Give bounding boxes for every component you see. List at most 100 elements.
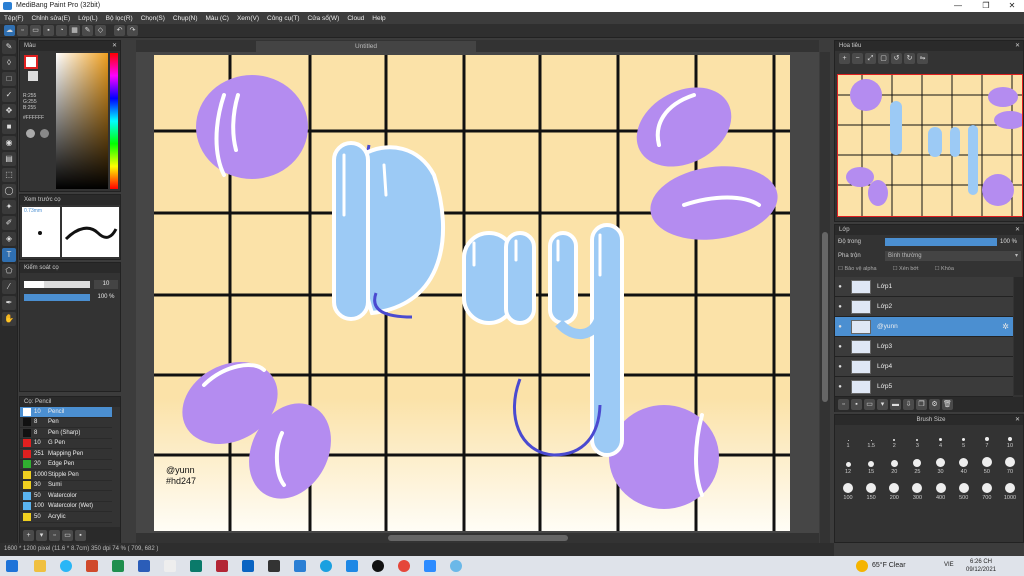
horizontal-scrollbar[interactable]: [136, 533, 819, 543]
select-rect-icon[interactable]: ⬚: [2, 168, 16, 182]
eye-icon[interactable]: ●: [835, 384, 845, 390]
history-color-icon[interactable]: [40, 129, 49, 138]
brush-size-option[interactable]: 150: [862, 483, 880, 501]
duplicate-layer-icon[interactable]: ❐: [916, 399, 927, 410]
eye-icon[interactable]: ●: [835, 284, 845, 290]
eraser-tool-icon[interactable]: ◊: [2, 56, 16, 70]
undo-icon[interactable]: ↶: [114, 25, 125, 36]
brush-size-option[interactable]: 50: [978, 457, 996, 475]
brush-tool-icon[interactable]: ✎: [2, 40, 16, 54]
menu-color[interactable]: Màu (C): [205, 15, 228, 22]
merge-down-icon[interactable]: ⇩: [903, 399, 914, 410]
language-indicator[interactable]: VIE: [944, 562, 954, 568]
blend-mode-select[interactable]: Bình thường ▾: [885, 251, 1021, 261]
new-layer-icon[interactable]: ▫: [838, 399, 849, 410]
vertical-scrollbar[interactable]: [820, 52, 830, 543]
weather-text[interactable]: 65°F Clear: [872, 562, 906, 569]
magic-wand-icon[interactable]: ✦: [2, 200, 16, 214]
navigator-thumbnail[interactable]: [837, 74, 1023, 217]
transform-icon[interactable]: ◇: [95, 25, 106, 36]
close-button[interactable]: ✕: [1000, 0, 1024, 12]
brush-size-option[interactable]: 1.5: [862, 431, 880, 449]
clock[interactable]: 6:26 CH 09/12/2021: [966, 558, 996, 574]
clipping-checkbox[interactable]: ☐ Xén bớt: [893, 266, 919, 272]
chat-icon[interactable]: ◔: [56, 25, 67, 36]
copy-brush-icon[interactable]: ▫: [49, 529, 60, 541]
publisher-icon[interactable]: [190, 560, 202, 572]
delete-brush-icon[interactable]: ▪: [75, 529, 86, 541]
menu-filter[interactable]: Bộ lọc(R): [106, 15, 133, 22]
minimize-button[interactable]: —: [946, 0, 970, 12]
layer-row[interactable]: ● Lớp5: [835, 377, 1013, 397]
brush-size-option[interactable]: 200: [885, 483, 903, 501]
access-icon[interactable]: [216, 560, 228, 572]
document-tab[interactable]: Untitled: [256, 41, 476, 52]
brush-list-item[interactable]: 20 Edge Pen: [20, 460, 112, 470]
brush-list-item[interactable]: 50 Watercolor: [20, 491, 112, 502]
brush-size-option[interactable]: 300: [908, 483, 926, 501]
rotate-left-icon[interactable]: ↺: [891, 53, 902, 64]
brush-size-option[interactable]: 4: [932, 431, 950, 449]
brush-size-option[interactable]: 7: [978, 431, 996, 449]
layer-row[interactable]: ● Lớp1: [835, 277, 1013, 297]
brush-settings-icon[interactable]: ▾: [36, 529, 47, 541]
brush-list-item[interactable]: 10 G Pen: [20, 439, 112, 449]
layer-row[interactable]: ● Lớp2: [835, 297, 1013, 317]
excel-icon[interactable]: [112, 560, 124, 572]
menu-view[interactable]: Xem(V): [237, 15, 259, 22]
palette-icon[interactable]: [26, 129, 35, 138]
brush-list-item[interactable]: 30 Sumi: [20, 481, 112, 491]
brush-size-option[interactable]: 700: [978, 483, 996, 501]
zalo-icon[interactable]: [346, 560, 358, 572]
brush-size-option[interactable]: 30: [932, 457, 950, 475]
pen-tool-icon[interactable]: ✒: [2, 296, 16, 310]
bucket-tool-icon[interactable]: ◉: [2, 136, 16, 150]
close-layers-icon[interactable]: ✕: [1015, 225, 1020, 235]
brush-size-option[interactable]: 1: [839, 431, 857, 449]
brush-size-option[interactable]: 20: [885, 457, 903, 475]
menu-cloud[interactable]: Cloud: [347, 15, 364, 22]
eye-icon[interactable]: ●: [835, 344, 845, 350]
foreground-color-swatch[interactable]: [24, 55, 38, 69]
brush-list-item[interactable]: 50 Acrylic: [20, 512, 112, 523]
new-layer-1bit-icon[interactable]: ▭: [864, 399, 875, 410]
brush-size-field[interactable]: 10: [94, 280, 118, 289]
protect-alpha-checkbox[interactable]: ☐ Bảo vệ alpha: [838, 266, 877, 272]
add-brush-icon[interactable]: +: [23, 529, 34, 541]
select-eraser-icon[interactable]: ◈: [2, 232, 16, 246]
menu-layer[interactable]: Lớp(L): [78, 15, 97, 22]
brush-list-item[interactable]: 8 Pen (Sharp): [20, 428, 112, 439]
brush-icon[interactable]: ✎: [82, 25, 93, 36]
actual-size-icon[interactable]: ▢: [878, 53, 889, 64]
text-tool-icon[interactable]: T: [2, 248, 16, 262]
gradient-tool-icon[interactable]: ▤: [2, 152, 16, 166]
store-icon[interactable]: [294, 560, 306, 572]
background-color-swatch[interactable]: [28, 71, 38, 81]
brush-list-item[interactable]: 251 Mapping Pen: [20, 449, 112, 460]
brush-size-slider[interactable]: [24, 281, 90, 288]
brush-size-option[interactable]: 400: [932, 483, 950, 501]
zoom-icon[interactable]: [424, 560, 436, 572]
gear-icon[interactable]: ✲: [1002, 322, 1009, 331]
close-navigator-icon[interactable]: ✕: [1015, 41, 1020, 51]
flip-icon[interactable]: ⇋: [917, 53, 928, 64]
menu-file[interactable]: Tệp(F): [4, 15, 24, 22]
cloud-icon[interactable]: ☁: [4, 25, 15, 36]
skype-icon[interactable]: [60, 560, 72, 572]
outlook-icon[interactable]: [242, 560, 254, 572]
brush-size-option[interactable]: 500: [955, 483, 973, 501]
brush-size-option[interactable]: 70: [1001, 457, 1019, 475]
menu-edit[interactable]: Chỉnh sửa(E): [32, 15, 71, 22]
brush-size-option[interactable]: 12: [839, 457, 857, 475]
hue-slider[interactable]: [110, 53, 118, 189]
zoom-in-icon[interactable]: +: [839, 53, 850, 64]
maximize-button[interactable]: ❐: [974, 0, 998, 12]
fill-rect-icon[interactable]: ■: [2, 120, 16, 134]
fit-icon[interactable]: ⤢: [865, 53, 876, 64]
save-icon[interactable]: ▪: [43, 25, 54, 36]
brush-size-option[interactable]: 3: [908, 431, 926, 449]
powerpoint-icon[interactable]: [86, 560, 98, 572]
file-explorer-icon[interactable]: [34, 560, 46, 572]
hand-tool-icon[interactable]: ✋: [2, 312, 16, 326]
eye-icon[interactable]: ●: [835, 304, 845, 310]
